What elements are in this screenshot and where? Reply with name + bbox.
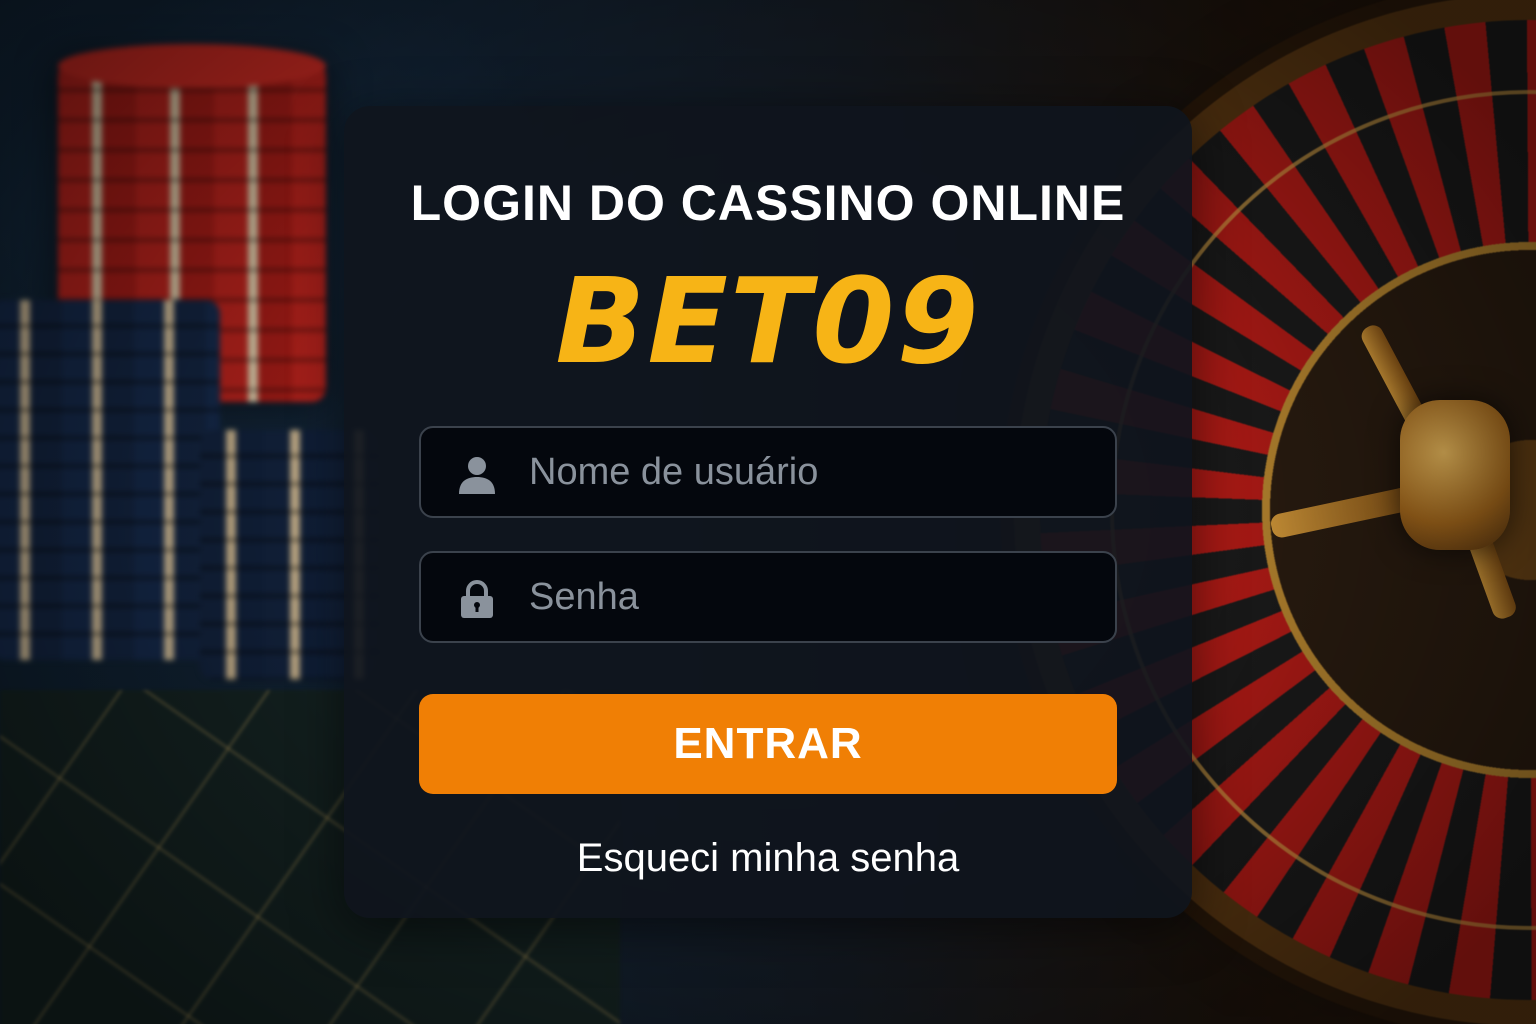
lock-icon — [457, 579, 497, 619]
casino-background: LOGIN DO CASSINO ONLINE BET09 Nome de us… — [0, 0, 1536, 1024]
username-field[interactable] — [419, 426, 1117, 518]
login-title: LOGIN DO CASSINO ONLINE — [410, 175, 1126, 231]
login-card: LOGIN DO CASSINO ONLINE BET09 Nome de us… — [344, 106, 1192, 918]
forgot-password-link[interactable]: Esqueci minha senha — [344, 834, 1192, 882]
username-input[interactable] — [529, 428, 1089, 516]
user-icon — [457, 454, 497, 494]
login-submit-button[interactable]: ENTRAR — [419, 694, 1117, 794]
password-field[interactable] — [419, 551, 1117, 643]
password-input[interactable] — [529, 553, 1089, 641]
brand-logo-text: BET09 — [555, 252, 981, 390]
